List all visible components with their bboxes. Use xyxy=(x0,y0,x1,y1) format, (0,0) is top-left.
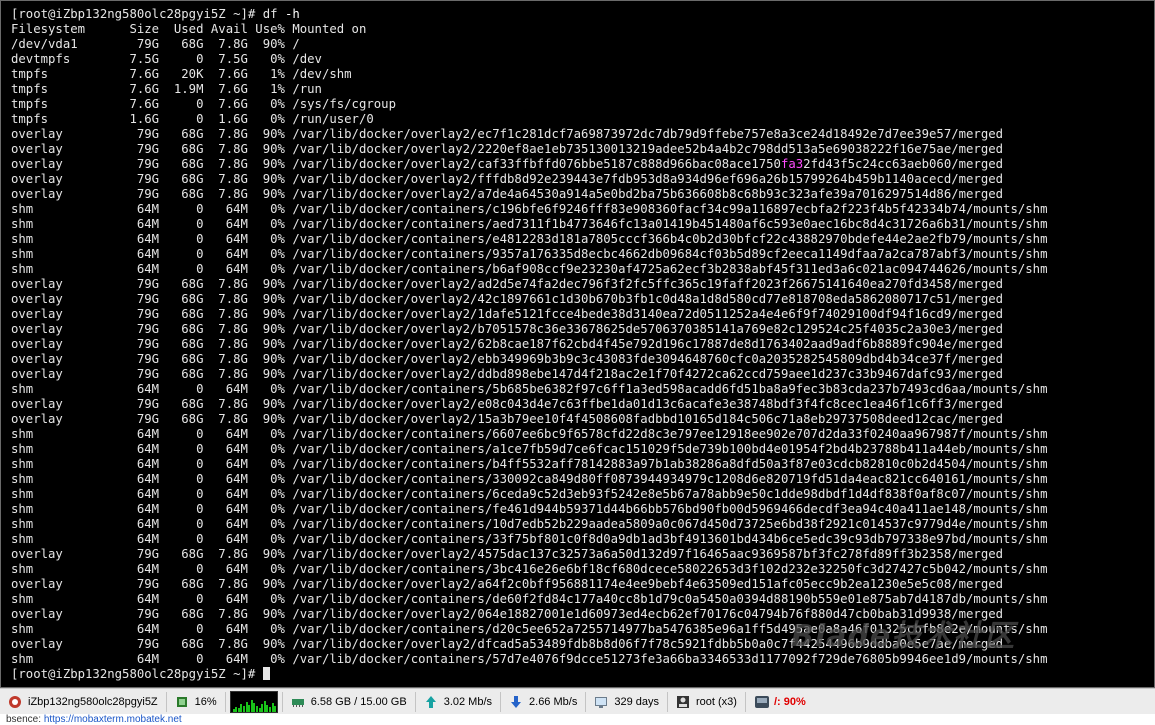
download-label: 2.66 Mb/s xyxy=(529,696,578,708)
highlighted-text: fa3 xyxy=(780,157,804,171)
df-row: overlay 79G 68G 7.8G 90% /var/lib/docker… xyxy=(11,577,1004,591)
download-arrow-icon xyxy=(509,695,523,709)
upload-label: 3.02 Mb/s xyxy=(443,696,493,708)
df-row: /dev/vda1 79G 68G 7.8G 90% / xyxy=(11,37,300,51)
df-row: shm 64M 0 64M 0% /var/lib/docker/contain… xyxy=(11,427,1048,441)
df-row: overlay 79G 68G 7.8G 90% /var/lib/docker… xyxy=(11,397,1004,411)
cursor xyxy=(262,667,270,680)
status-uptime[interactable]: 329 days xyxy=(586,692,668,712)
status-host[interactable]: iZbp132ng580olc28pgyi5Z xyxy=(0,692,167,712)
df-row: tmpfs 7.6G 20K 7.6G 1% /dev/shm xyxy=(11,67,352,81)
df-row: shm 64M 0 64M 0% /var/lib/docker/contain… xyxy=(11,562,1048,576)
df-row: tmpfs 7.6G 1.9M 7.6G 1% /run xyxy=(11,82,322,96)
mobaxterm-link[interactable]: https://mobaxterm.mobatek.net xyxy=(44,714,182,725)
df-row: shm 64M 0 64M 0% /var/lib/docker/contain… xyxy=(11,217,1048,231)
df-row: shm 64M 0 64M 0% /var/lib/docker/contain… xyxy=(11,487,1048,501)
df-row: shm 64M 0 64M 0% /var/lib/docker/contain… xyxy=(11,247,1048,261)
df-row: overlay 79G 68G 7.8G 90% /var/lib/docker… xyxy=(11,337,1004,351)
cpu-label: 16% xyxy=(194,696,217,708)
user-icon xyxy=(676,695,690,709)
df-row: overlay 79G 68G 7.8G 90% /var/lib/docker… xyxy=(11,322,1004,336)
final-prompt-line[interactable]: [root@iZbp132ng580olc28pgyi5Z ~]# xyxy=(11,667,1154,682)
uptime-label: 329 days xyxy=(614,696,659,708)
terminal-window[interactable]: [root@iZbp132ng580olc28pgyi5Z ~]# df -h … xyxy=(0,0,1155,688)
df-rows: /dev/vda1 79G 68G 7.8G 90% / devtmpfs 7.5… xyxy=(11,37,1154,667)
status-bar: iZbp132ng580olc28pgyi5Z 16% 6.58 GB / 15… xyxy=(0,688,1155,715)
command: df xyxy=(262,7,278,21)
df-row: overlay 79G 68G 7.8G 90% /var/lib/docker… xyxy=(11,412,1004,426)
disk-icon xyxy=(754,695,769,709)
server-icon xyxy=(8,695,22,709)
df-row: shm 64M 0 64M 0% /var/lib/docker/contain… xyxy=(11,457,1048,471)
prompt: [root@iZbp132ng580olc28pgyi5Z ~]# xyxy=(11,7,263,21)
status-disk[interactable]: /: 90% xyxy=(746,692,814,712)
df-row: shm 64M 0 64M 0% /var/lib/docker/contain… xyxy=(11,472,1048,486)
df-row: overlay 79G 68G 7.8G 90% /var/lib/docker… xyxy=(11,367,1004,381)
memory-icon xyxy=(291,695,305,709)
df-row: shm 64M 0 64M 0% /var/lib/docker/contain… xyxy=(11,382,1048,396)
status-user[interactable]: root (x3) xyxy=(668,692,746,712)
df-row: overlay 79G 68G 7.8G 90% /var/lib/docker… xyxy=(11,277,1004,291)
df-row: overlay 79G 68G 7.8G 90% /var/lib/docker… xyxy=(11,352,1004,366)
url-prefix: bsence: xyxy=(6,714,44,725)
df-row: overlay 79G 68G 7.8G 90% /var/lib/docker… xyxy=(11,172,1004,186)
df-row: shm 64M 0 64M 0% /var/lib/docker/contain… xyxy=(11,532,1048,546)
memory-label: 6.58 GB / 15.00 GB xyxy=(310,696,407,708)
df-row: shm 64M 0 64M 0% /var/lib/docker/contain… xyxy=(11,232,1048,246)
df-row: overlay 79G 68G 7.8G 90% /var/lib/docker… xyxy=(11,307,1004,321)
table-header: Filesystem Size Used Avail Use% Mounted … xyxy=(11,22,367,36)
watermark: Blade技术社区 xyxy=(791,619,1016,654)
host-label: iZbp132ng580olc28pgyi5Z xyxy=(28,696,158,708)
df-row: shm 64M 0 64M 0% /var/lib/docker/contain… xyxy=(11,442,1048,456)
df-row: shm 64M 0 64M 0% /var/lib/docker/contain… xyxy=(11,517,1048,531)
df-row: shm 64M 0 64M 0% /var/lib/docker/contain… xyxy=(11,592,1048,606)
df-row: tmpfs 7.6G 0 7.6G 0% /sys/fs/cgroup xyxy=(11,97,396,111)
df-row: shm 64M 0 64M 0% /var/lib/docker/contain… xyxy=(11,262,1048,276)
disk-label: /: 90% xyxy=(773,696,806,708)
monitor-clock-icon xyxy=(594,695,608,709)
df-row: overlay 79G 68G 7.8G 90% /var/lib/docker… xyxy=(11,547,1004,561)
df-row: tmpfs 1.6G 0 1.6G 0% /run/user/0 xyxy=(11,112,374,126)
status-cpu-graph xyxy=(226,691,283,713)
cpu-graph-bar xyxy=(274,706,277,712)
command-line: [root@iZbp132ng580olc28pgyi5Z ~]# df -h xyxy=(11,7,1154,22)
status-memory[interactable]: 6.58 GB / 15.00 GB xyxy=(283,692,416,712)
prompt: [root@iZbp132ng580olc28pgyi5Z ~]# xyxy=(11,667,263,681)
user-label: root (x3) xyxy=(695,696,737,708)
status-cpu[interactable]: 16% xyxy=(167,692,226,712)
df-row: shm 64M 0 64M 0% /var/lib/docker/contain… xyxy=(11,652,1048,666)
df-row: devtmpfs 7.5G 0 7.5G 0% /dev xyxy=(11,52,322,66)
df-row: overlay 79G 68G 7.8G 90% /var/lib/docker… xyxy=(11,142,1004,156)
cpu-graph xyxy=(229,691,278,713)
df-row: overlay 79G 68G 7.8G 90% /var/lib/docker… xyxy=(11,157,1004,171)
upload-arrow-icon xyxy=(424,695,438,709)
df-row: overlay 79G 68G 7.8G 90% /var/lib/docker… xyxy=(11,127,1004,141)
df-row: shm 64M 0 64M 0% /var/lib/docker/contain… xyxy=(11,502,1048,516)
cpu-icon xyxy=(175,695,189,709)
url-bar: bsence: https://mobaxterm.mobatek.net xyxy=(0,714,1155,725)
status-upload[interactable]: 3.02 Mb/s xyxy=(416,692,502,712)
df-row: overlay 79G 68G 7.8G 90% /var/lib/docker… xyxy=(11,292,1004,306)
df-row: overlay 79G 68G 7.8G 90% /var/lib/docker… xyxy=(11,187,1004,201)
status-download[interactable]: 2.66 Mb/s xyxy=(501,692,587,712)
df-row: shm 64M 0 64M 0% /var/lib/docker/contain… xyxy=(11,202,1048,216)
command-arg: -h xyxy=(284,7,300,21)
terminal-output: [root@iZbp132ng580olc28pgyi5Z ~]# df -h … xyxy=(11,7,1154,682)
